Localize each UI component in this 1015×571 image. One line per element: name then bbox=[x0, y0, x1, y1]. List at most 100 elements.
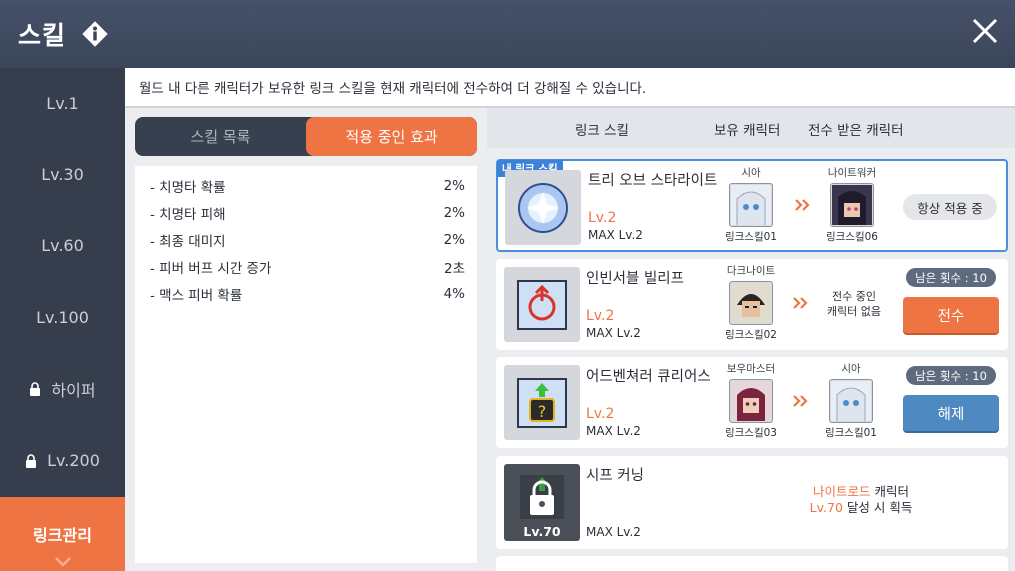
owner-character: 시아 링크스킬01 bbox=[716, 165, 786, 244]
character-portrait bbox=[729, 281, 773, 325]
link-skill-card-invincible-belief[interactable]: 인빈서블 빌리프 Lv.2 MAX Lv.2 다크나이트 링크스킬02 전수 중… bbox=[496, 259, 1008, 350]
effect-value: 2초 bbox=[443, 260, 465, 277]
character-portrait bbox=[729, 379, 773, 423]
chevron-down-icon bbox=[55, 557, 71, 567]
tab-active-effects[interactable]: 적용 중인 효과 bbox=[306, 117, 477, 156]
lock-icon bbox=[26, 453, 37, 468]
description-text: 월드 내 다른 캐릭터가 보유한 링크 스킬을 현재 캐릭터에 전수하여 더 강… bbox=[125, 68, 1015, 108]
condition-class-suffix: 캐릭터 bbox=[870, 484, 909, 499]
effect-name: - 최종 대미지 bbox=[150, 233, 226, 250]
character-class: 나이트워커 bbox=[827, 167, 877, 179]
effect-value: 2% bbox=[443, 177, 465, 194]
effect-name: - 치명타 피해 bbox=[150, 206, 226, 223]
character-class: 다크나이트 bbox=[726, 265, 776, 277]
unlock-level-label: Lv.70 bbox=[523, 524, 561, 539]
link-skill-card-adventurer-curious[interactable]: ? 어드벤쳐러 큐리어스 Lv.2 MAX Lv.2 보우마스터 링크스킬03 … bbox=[496, 357, 1008, 448]
sidebar-item-label: 링크관리 bbox=[33, 526, 92, 545]
character-link-name: 링크스킬02 bbox=[724, 329, 777, 341]
sidebar-item-lv60[interactable]: Lv.60 bbox=[0, 210, 125, 281]
effect-row: - 맥스 피버 확률 4% bbox=[150, 280, 465, 307]
column-header-owner: 보유 캐릭터 bbox=[714, 123, 781, 139]
character-face-icon bbox=[731, 185, 771, 225]
transfer-arrow-icon bbox=[793, 297, 808, 309]
character-portrait bbox=[729, 183, 773, 227]
transfer-arrow-icon bbox=[795, 199, 810, 211]
skill-window: 스킬 Lv.1 Lv.30 Lv.60 Lv.100 하이퍼 Lv.200 링크… bbox=[0, 0, 1015, 571]
adventurer-curious-icon: ? bbox=[517, 377, 567, 428]
table-header: 링크 스킬 보유 캐릭터 전수 받은 캐릭터 bbox=[487, 108, 1015, 148]
svg-text:?: ? bbox=[538, 402, 547, 421]
sidebar-item-hyper[interactable]: 하이퍼 bbox=[0, 353, 125, 424]
skill-icon-frame bbox=[504, 267, 580, 342]
character-class: 시아 bbox=[841, 363, 861, 375]
character-face-icon bbox=[831, 381, 871, 421]
tab-skill-list[interactable]: 스킬 목록 bbox=[135, 117, 306, 156]
sidebar-item-lv1[interactable]: Lv.1 bbox=[0, 68, 125, 139]
effect-value: 2% bbox=[443, 231, 465, 248]
no-receiver-line: 전수 중인 bbox=[832, 290, 876, 303]
effect-row: - 피버 버프 시간 증가 2초 bbox=[150, 253, 465, 280]
remaining-count-badge: 남은 횟수 : 10 bbox=[906, 366, 996, 385]
character-portrait bbox=[830, 183, 874, 227]
character-face-icon bbox=[731, 283, 771, 323]
skill-name: 트리 오브 스타라이트 bbox=[588, 173, 718, 189]
character-class: 시아 bbox=[741, 167, 761, 179]
sidebar-item-lv30[interactable]: Lv.30 bbox=[0, 139, 125, 210]
condition-level-suffix: 달성 시 획득 bbox=[842, 500, 913, 515]
effects-panel: - 치명타 확률 2% - 치명타 피해 2% - 최종 대미지 2% - 피버 버프… bbox=[135, 166, 477, 563]
condition-level: Lv.70 bbox=[809, 500, 843, 515]
character-face-icon bbox=[731, 381, 771, 421]
tab-bar: 스킬 목록 적용 중인 효과 bbox=[135, 117, 477, 156]
skill-name: 어드벤쳐러 큐리어스 bbox=[586, 369, 711, 385]
effect-name: - 피버 버프 시간 증가 bbox=[150, 260, 272, 277]
character-portrait bbox=[829, 379, 873, 423]
effect-row: - 치명타 피해 2% bbox=[150, 199, 465, 226]
sidebar-item-lv200[interactable]: Lv.200 bbox=[0, 425, 125, 496]
lock-icon bbox=[30, 381, 41, 396]
sidebar-item-label: Lv.60 bbox=[41, 236, 84, 255]
level-sidebar: Lv.1 Lv.30 Lv.60 Lv.100 하이퍼 Lv.200 링크관리 bbox=[0, 68, 125, 571]
skill-max-level: MAX Lv.2 bbox=[586, 525, 641, 539]
sidebar-item-label: Lv.200 bbox=[47, 451, 100, 470]
skill-max-level: MAX Lv.2 bbox=[586, 424, 641, 438]
column-header-skill: 링크 스킬 bbox=[575, 123, 629, 139]
release-button[interactable]: 해제 bbox=[903, 395, 999, 431]
column-header-receiver: 전수 받은 캐릭터 bbox=[808, 123, 904, 139]
sidebar-item-label: Lv.30 bbox=[41, 165, 84, 184]
transfer-button[interactable]: 전수 bbox=[903, 297, 999, 333]
character-link-name: 링크스킬03 bbox=[724, 427, 777, 439]
thief-cunning-icon bbox=[520, 474, 564, 519]
character-face-icon bbox=[832, 185, 872, 225]
effect-value: 2% bbox=[443, 204, 465, 221]
sidebar-item-label: 하이퍼 bbox=[51, 380, 96, 400]
close-icon[interactable] bbox=[971, 17, 999, 45]
effect-row: - 최종 대미지 2% bbox=[150, 226, 465, 253]
skill-level: Lv.2 bbox=[588, 210, 617, 226]
character-link-name: 링크스킬06 bbox=[825, 231, 878, 243]
skill-max-level: MAX Lv.2 bbox=[588, 228, 643, 242]
link-skill-card-thief-cunning[interactable]: Lv.70 시프 커닝 MAX Lv.2 나이트로드 캐릭터 Lv.70 달성 … bbox=[496, 456, 1008, 549]
sidebar-item-link-manage[interactable]: 링크관리 bbox=[0, 497, 125, 571]
tree-of-starlight-icon bbox=[518, 182, 568, 233]
no-receiver-line: 캐릭터 없음 bbox=[826, 305, 882, 318]
window-title: 스킬 bbox=[18, 21, 67, 50]
sidebar-item-label: Lv.1 bbox=[46, 94, 79, 113]
condition-class: 나이트로드 bbox=[813, 484, 871, 499]
owner-character: 다크나이트 링크스킬02 bbox=[716, 263, 786, 342]
sidebar-item-lv100[interactable]: Lv.100 bbox=[0, 282, 125, 353]
invincible-belief-icon bbox=[517, 279, 567, 330]
receiver-character: 나이트워커 링크스킬06 bbox=[817, 165, 887, 244]
remaining-count-badge: 남은 횟수 : 10 bbox=[906, 268, 996, 287]
effect-name: - 치명타 확률 bbox=[150, 179, 226, 196]
no-receiver-text: 전수 중인 캐릭터 없음 bbox=[814, 289, 894, 319]
link-skill-card-partial bbox=[496, 556, 1008, 571]
skill-max-level: MAX Lv.2 bbox=[586, 326, 641, 340]
unlock-condition: 나이트로드 캐릭터 Lv.70 달성 시 획득 bbox=[736, 484, 986, 516]
skill-icon-frame bbox=[505, 170, 581, 245]
skill-icon-frame: ? bbox=[504, 365, 580, 440]
link-skill-card-starlight[interactable]: 내 링크 스킬 트리 오브 스타라이트 Lv.2 MAX Lv.2 시아 링크스… bbox=[496, 159, 1008, 252]
always-applied-badge: 항상 적용 중 bbox=[903, 194, 997, 220]
effect-name: - 맥스 피버 확률 bbox=[150, 287, 243, 304]
receiver-character: 시아 링크스킬01 bbox=[816, 361, 886, 440]
info-icon[interactable] bbox=[80, 19, 110, 49]
